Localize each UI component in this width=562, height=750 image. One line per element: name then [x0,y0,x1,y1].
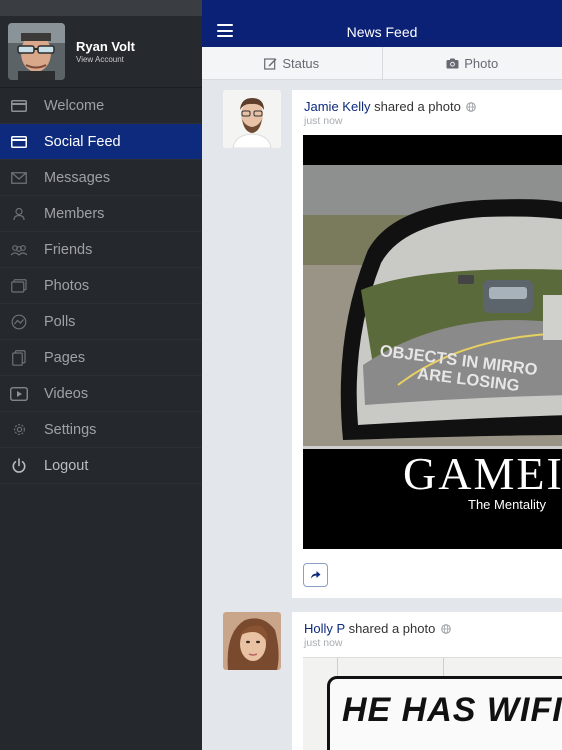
card-icon [10,134,28,150]
feed-post: Jamie Kelly shared a photo just now OBJE… [292,90,562,598]
video-play-icon [10,386,28,402]
card-icon [10,98,28,114]
sidebar-item-label: Pages [44,349,86,366]
post-timestamp: just now [304,115,343,127]
composer-tabs: Status Photo [202,47,562,80]
envelope-icon [10,170,28,186]
post-author[interactable]: Jamie Kelly [304,99,370,114]
main-content: News Feed Status Photo Jamie Kelly share… [202,0,562,750]
sidebar-item-label: Messages [44,169,111,186]
sidebar-menu: Welcome Social Feed Messages Members Fri… [0,88,202,484]
image-title: GAMEI [403,448,562,499]
photos-icon [10,278,28,294]
sidebar: Ryan Volt View Account Welcome Social Fe… [0,0,202,750]
sidebar-item-social-feed[interactable]: Social Feed [0,124,202,160]
feed-post: Holly P shared a photo just now HE HAS W… [292,612,562,750]
post-action: shared a photo [374,99,461,114]
gear-icon [10,422,28,438]
sidebar-item-label: Social Feed [44,133,121,150]
sidebar-item-label: Welcome [44,97,105,114]
camera-icon [446,58,459,69]
avatar[interactable] [223,612,281,670]
pages-icon [10,349,28,366]
status-tab-label: Status [282,55,320,71]
sidebar-item-messages[interactable]: Messages [0,160,202,196]
sidebar-item-pages[interactable]: Pages [0,340,202,376]
image-sign: HE HAS WIFI [327,676,562,750]
avatar[interactable] [8,23,65,80]
status-bar [0,0,202,16]
sidebar-item-videos[interactable]: Videos [0,376,202,412]
sidebar-item-label: Photos [44,277,90,294]
sidebar-item-label: Settings [44,421,97,438]
post-image[interactable]: HE HAS WIFI [303,657,562,750]
avatar[interactable] [223,90,281,148]
profile-header[interactable]: Ryan Volt View Account [0,16,202,88]
share-arrow-icon [310,566,321,584]
power-icon [10,457,28,474]
photo-tab-label: Photo [464,55,499,71]
friends-icon [10,242,28,258]
image-sign-text: HE HAS WIFI [342,691,562,729]
globe-icon [441,622,451,638]
sidebar-item-photos[interactable]: Photos [0,268,202,304]
sidebar-item-label: Videos [44,385,89,402]
sidebar-item-members[interactable]: Members [0,196,202,232]
sidebar-item-label: Polls [44,313,76,330]
share-button[interactable] [303,563,328,587]
photo-tab[interactable]: Photo [381,47,562,79]
post-author[interactable]: Holly P [304,621,345,636]
sidebar-item-logout[interactable]: Logout [0,448,202,484]
sidebar-item-polls[interactable]: Polls [0,304,202,340]
edit-icon [264,57,277,70]
globe-icon [466,100,477,116]
post-action: shared a photo [348,621,436,636]
member-icon [10,206,28,222]
post-timestamp: just now [304,637,343,649]
sidebar-item-settings[interactable]: Settings [0,412,202,448]
sidebar-item-label: Logout [44,457,89,474]
image-subtitle: The Mentality [468,497,547,512]
sidebar-item-friends[interactable]: Friends [0,232,202,268]
post-image[interactable]: OBJECTS IN MIRRO ARE LOSING GAMEI The Me… [303,135,562,549]
page-title: News Feed [346,24,418,40]
sidebar-item-welcome[interactable]: Welcome [0,88,202,124]
view-account-link[interactable]: View Account [76,55,135,64]
sidebar-item-label: Members [44,205,105,222]
sidebar-item-label: Friends [44,241,93,258]
profile-name: Ryan Volt [76,39,135,54]
status-tab[interactable]: Status [202,47,382,79]
polls-icon [10,314,28,330]
top-navbar: News Feed [202,0,562,47]
